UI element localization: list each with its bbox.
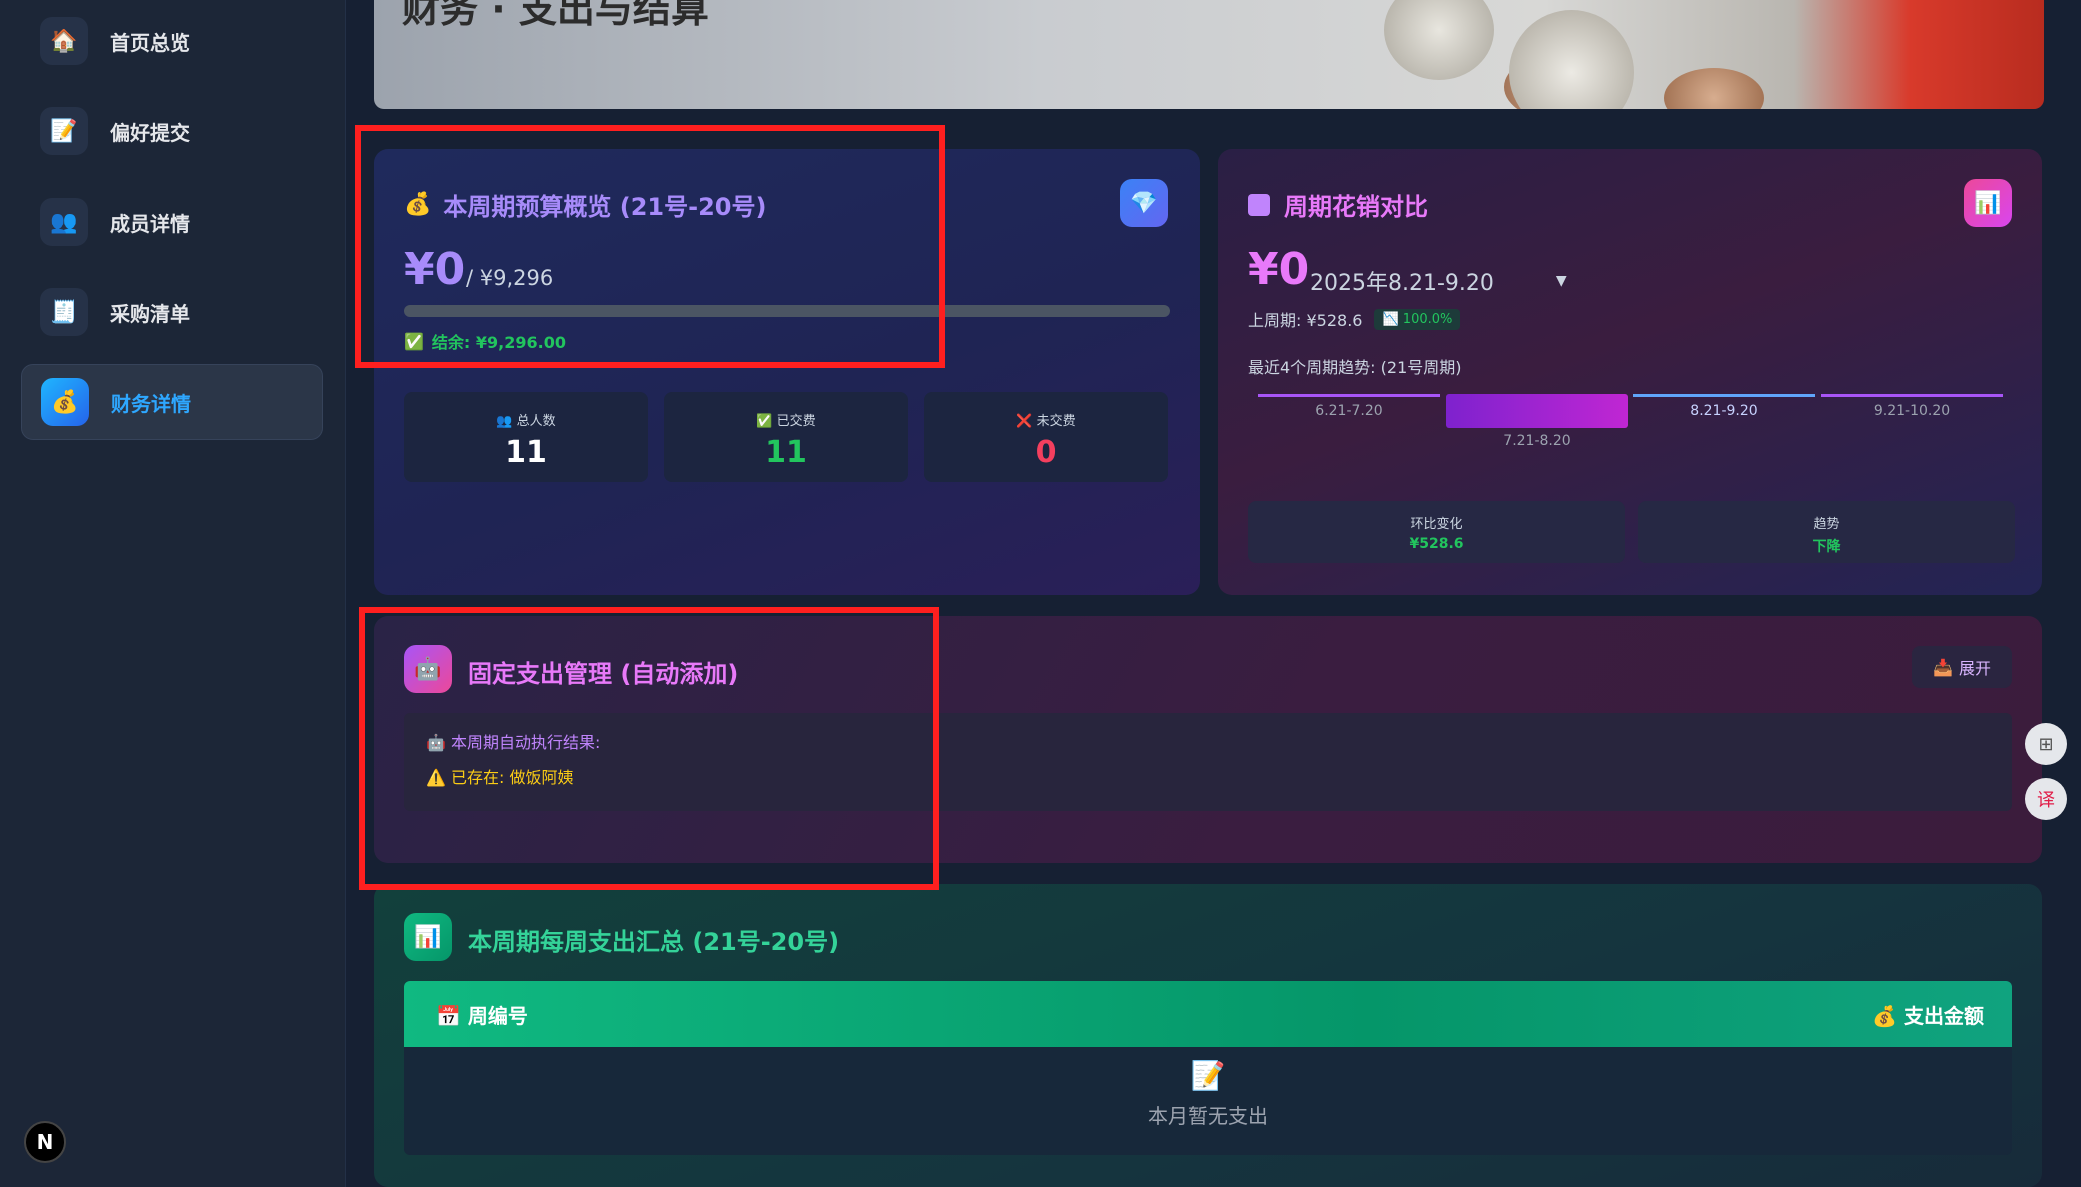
weekly-summary-card: 📊 本周期每周支出汇总 (21号-20号) 📅 周编号 💰 支出金额 📝 本月暂… bbox=[374, 884, 2042, 1187]
summary-table-header: 📅 周编号 💰 支出金额 bbox=[404, 981, 2012, 1047]
sidebar-item-purchases[interactable]: 🧾 采购清单 bbox=[21, 274, 323, 350]
page-title: 财务 · 支出与结算 bbox=[402, 0, 709, 31]
sidebar-item-preferences[interactable]: 📝 偏好提交 bbox=[21, 93, 323, 169]
column-header-week[interactable]: 📅 周编号 bbox=[436, 1000, 528, 1029]
change-badge: 📉 100.0% bbox=[1374, 308, 1461, 330]
memo-icon: 📝 bbox=[1190, 1059, 1226, 1092]
stat-unpaid: ❌ 未交费 0 bbox=[924, 392, 1168, 482]
cross-icon: ❌ bbox=[1016, 414, 1033, 429]
hero-banner: 财务 · 支出与结算 bbox=[374, 0, 2044, 109]
stat-total-members: 👥 总人数 11 bbox=[404, 392, 648, 482]
budget-overview-card: 💰 本周期预算概览 (21号-20号) 💎 ¥0 / ¥9,296 ✅ 结余: … bbox=[374, 149, 1200, 595]
money-bag-icon: 💰 bbox=[1872, 1003, 1898, 1028]
auto-exec-result: 🤖 本周期自动执行结果: ⚠️ 已存在: 做饭阿姨 bbox=[404, 713, 2012, 811]
check-icon: ✅ bbox=[404, 331, 424, 351]
warning-icon: ⚠️ bbox=[426, 768, 446, 787]
summary-card-title: 本周期每周支出汇总 (21号-20号) bbox=[468, 928, 840, 956]
sidebar-item-label: 首页总览 bbox=[110, 30, 190, 55]
trend-period[interactable]: 9.21-10.20 bbox=[1821, 394, 2003, 428]
budget-spent-amount: ¥0 bbox=[404, 244, 466, 295]
compare-current-amount: ¥0 bbox=[1248, 244, 1310, 295]
fixed-card-title: 固定支出管理 (自动添加) bbox=[468, 660, 739, 688]
period-select[interactable]: 2025年8.21-9.20 ▼ bbox=[1310, 265, 1567, 297]
members-icon: 👥 bbox=[40, 198, 88, 246]
fixed-expense-card: 🤖 固定支出管理 (自动添加) 📥 展开 🤖 本周期自动执行结果: ⚠️ 已存在… bbox=[374, 616, 2042, 863]
budget-total: / ¥9,296 bbox=[466, 266, 554, 290]
last-period-row: 上周期: ¥528.6 📉 100.0% bbox=[1248, 307, 1461, 331]
money-bag-icon: 💰 bbox=[404, 192, 432, 217]
trend-period[interactable]: 6.21-7.20 bbox=[1258, 394, 1440, 428]
chart-icon: 📊 bbox=[1964, 179, 2012, 227]
nextjs-badge-icon[interactable]: N bbox=[24, 1121, 66, 1163]
summary-table-empty: 📝 本月暂无支出 bbox=[404, 1047, 2012, 1155]
sidebar-item-label: 采购清单 bbox=[110, 301, 190, 326]
calendar-icon: 📅 bbox=[436, 1003, 461, 1028]
column-header-amount[interactable]: 💰 支出金额 bbox=[1872, 1000, 1984, 1029]
apps-add-icon[interactable]: ⊞ bbox=[2025, 723, 2067, 765]
sidebar-item-label: 偏好提交 bbox=[110, 120, 190, 145]
sidebar: 🏠 首页总览 📝 偏好提交 👥 成员详情 🧾 采购清单 💰 财务详情 N bbox=[0, 0, 346, 1187]
trend-label: 最近4个周期趋势: (21号周期) bbox=[1248, 358, 1462, 377]
stat-paid: ✅ 已交费 11 bbox=[664, 392, 908, 482]
stat-value: 11 bbox=[505, 435, 547, 470]
money-bag-icon: 💰 bbox=[41, 378, 89, 426]
chevron-down-icon: ▼ bbox=[1555, 273, 1567, 289]
translate-icon[interactable]: 译 bbox=[2025, 778, 2067, 820]
robot-icon: 🤖 bbox=[426, 733, 446, 752]
trend-bar[interactable] bbox=[1446, 394, 1628, 428]
chart-icon: 📊 bbox=[404, 913, 452, 961]
square-icon bbox=[1248, 193, 1270, 216]
trend-period: 7.21-8.20 bbox=[1503, 433, 1571, 449]
memo-icon: 📝 bbox=[40, 107, 88, 155]
stat-value: 11 bbox=[765, 435, 807, 470]
coin-image bbox=[1384, 0, 1494, 80]
coin-image bbox=[1664, 68, 1764, 109]
trend-box: 趋势 下降 bbox=[1638, 501, 2015, 563]
chart-down-icon: 📉 bbox=[1382, 311, 1399, 327]
empty-state-text: 本月暂无支出 bbox=[1148, 1104, 1268, 1128]
check-icon: ✅ bbox=[756, 414, 773, 429]
sidebar-item-members[interactable]: 👥 成员详情 bbox=[21, 184, 323, 260]
period-compare-card: 周期花销对比 📊 ¥0 2025年8.21-9.20 ▼ 上周期: ¥528.6… bbox=[1218, 149, 2042, 595]
home-icon: 🏠 bbox=[40, 17, 88, 65]
sidebar-item-label: 财务详情 bbox=[111, 391, 191, 416]
members-icon: 👥 bbox=[496, 414, 513, 429]
mom-change-box: 环比变化 ¥528.6 bbox=[1248, 501, 1625, 563]
budget-card-title: 💰 本周期预算概览 (21号-20号) bbox=[404, 192, 767, 221]
inbox-icon: 📥 bbox=[1933, 657, 1953, 677]
robot-icon: 🤖 bbox=[404, 645, 452, 693]
trend-period[interactable]: 8.21-9.20 bbox=[1633, 394, 1815, 428]
sidebar-item-label: 成员详情 bbox=[110, 211, 190, 236]
sidebar-item-finance[interactable]: 💰 财务详情 bbox=[21, 364, 323, 440]
receipt-icon: 🧾 bbox=[40, 288, 88, 336]
coin-image bbox=[1509, 10, 1634, 109]
budget-progress-bar bbox=[404, 305, 1170, 317]
gem-icon: 💎 bbox=[1120, 179, 1168, 227]
expand-button[interactable]: 📥 展开 bbox=[1912, 646, 2012, 688]
sidebar-item-home[interactable]: 🏠 首页总览 bbox=[21, 3, 323, 79]
stat-value: 0 bbox=[1035, 435, 1057, 470]
compare-card-title: 周期花销对比 bbox=[1248, 187, 1428, 222]
budget-balance: ✅ 结余: ¥9,296.00 bbox=[404, 331, 566, 353]
